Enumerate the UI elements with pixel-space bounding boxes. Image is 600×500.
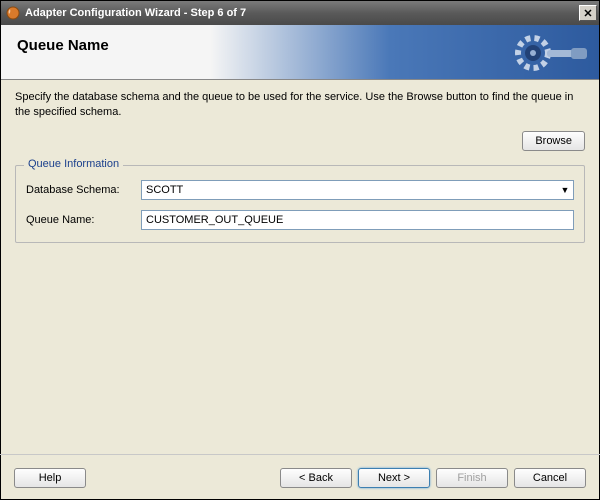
instruction-text: Specify the database schema and the queu… (15, 90, 585, 121)
database-schema-label: Database Schema: (26, 184, 141, 196)
close-button[interactable]: ✕ (579, 5, 597, 21)
fieldset-legend: Queue Information (24, 158, 123, 170)
window-title: Adapter Configuration Wizard - Step 6 of… (25, 7, 579, 19)
queue-name-label: Queue Name: (26, 214, 141, 226)
wizard-header: Queue Name (1, 25, 599, 80)
browse-button[interactable]: Browse (522, 131, 585, 151)
help-button[interactable]: Help (14, 468, 86, 488)
content-area: Specify the database schema and the queu… (1, 80, 599, 243)
close-icon: ✕ (583, 7, 592, 20)
finish-button[interactable]: Finish (436, 468, 508, 488)
title-bar: Adapter Configuration Wizard - Step 6 of… (1, 1, 599, 25)
next-button[interactable]: Next > (358, 468, 430, 488)
gear-icon (511, 31, 591, 75)
page-title: Queue Name (17, 37, 583, 54)
wizard-button-bar: Help < Back Next > Finish Cancel (0, 454, 600, 500)
back-button[interactable]: < Back (280, 468, 352, 488)
queue-information-group: Queue Information Database Schema: ▼ Que… (15, 165, 585, 243)
database-schema-select[interactable] (141, 180, 574, 200)
queue-name-input[interactable] (141, 210, 574, 230)
cancel-button[interactable]: Cancel (514, 468, 586, 488)
app-icon (5, 5, 21, 21)
